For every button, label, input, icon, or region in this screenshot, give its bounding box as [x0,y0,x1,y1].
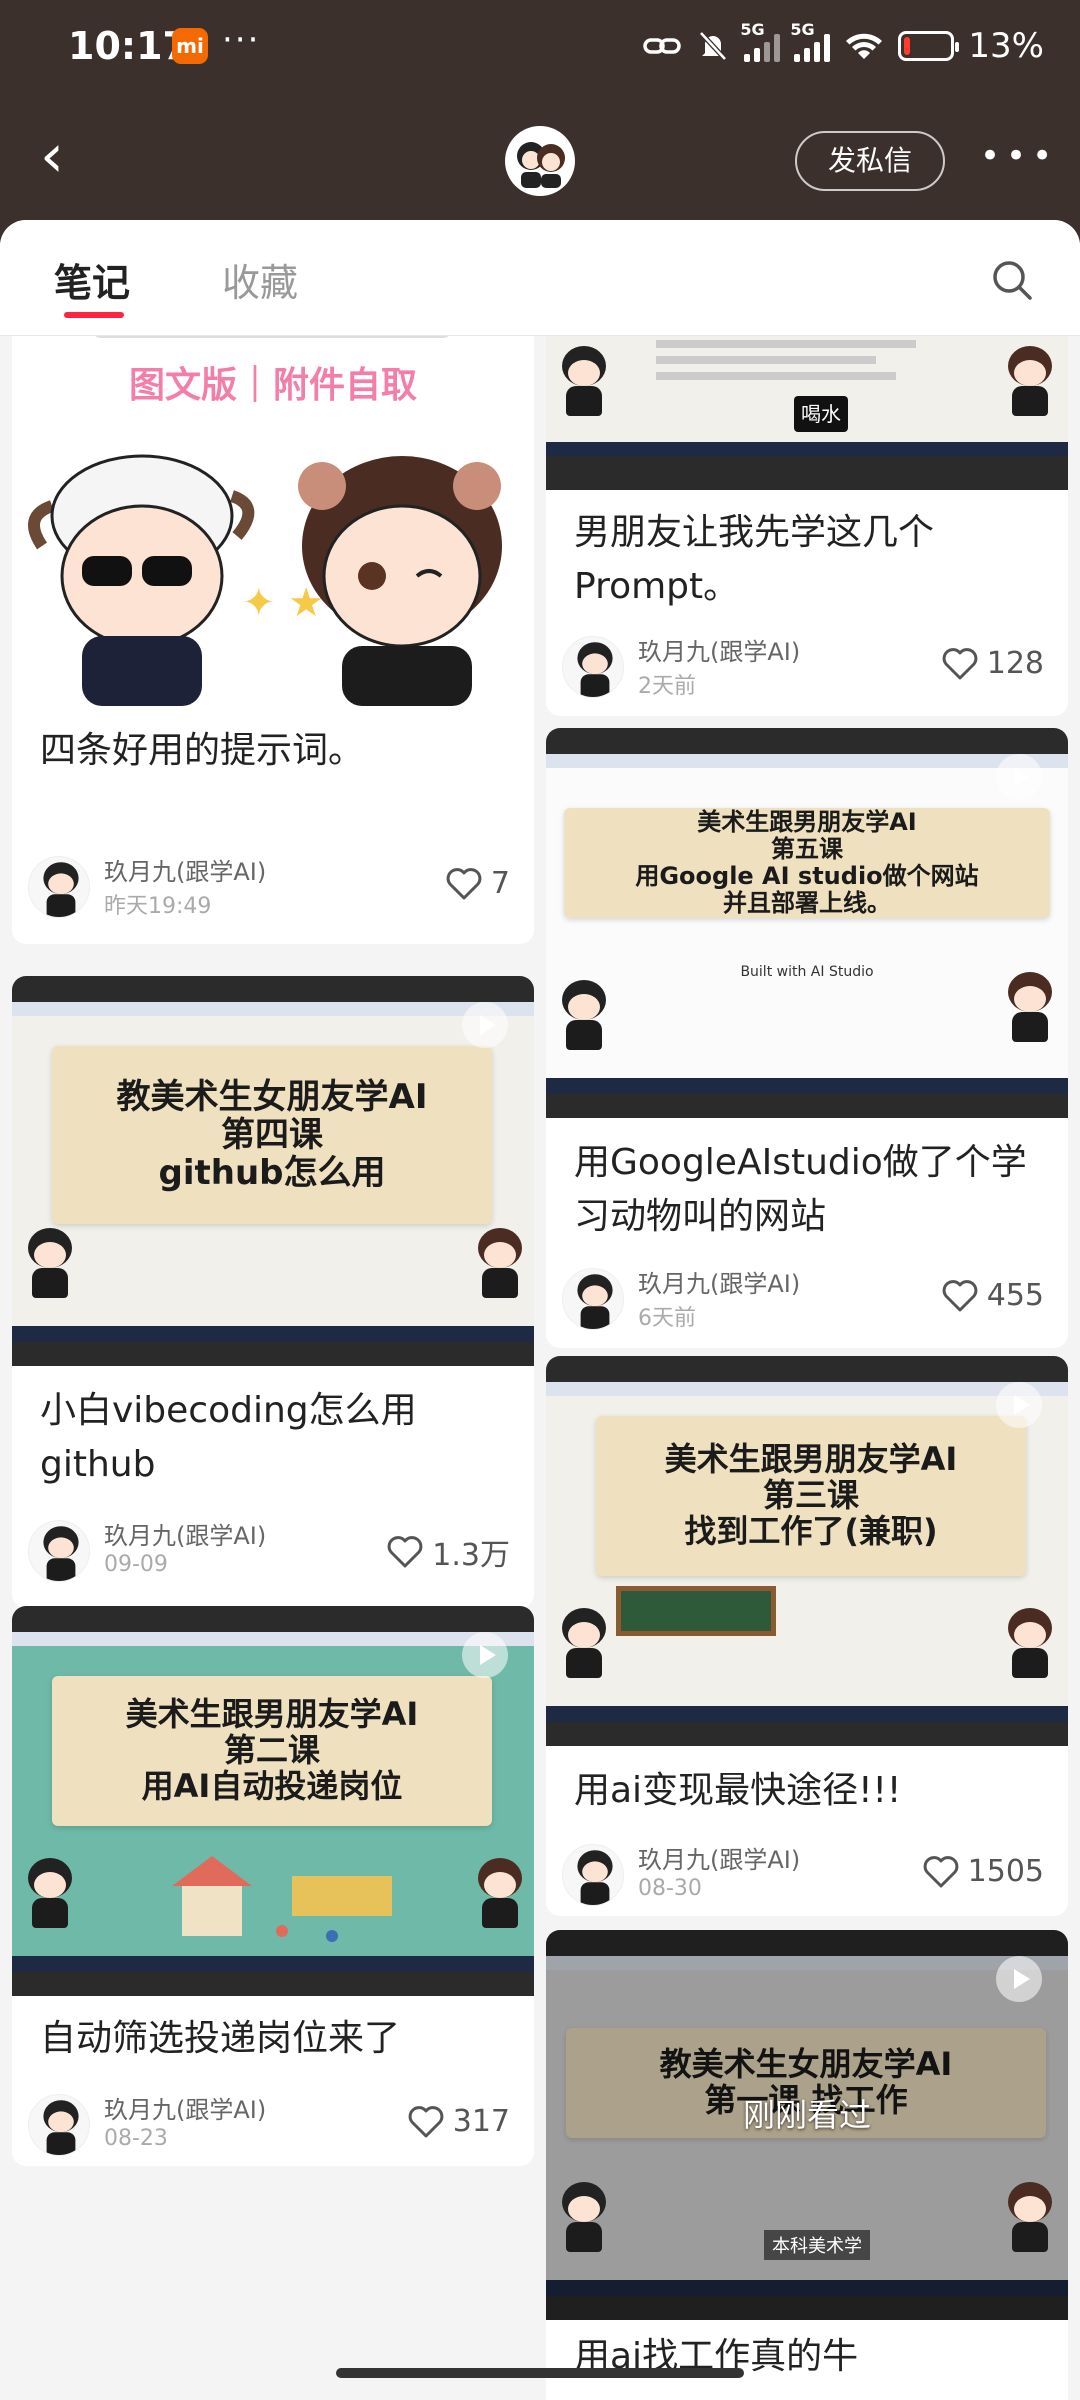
heart-icon [408,2105,444,2137]
notes-feed: 图文版｜附件自取 ✦ ★ 四条好用的提示词。 玖月九(跟学AI) 昨天19:49… [0,336,1080,2400]
note-card[interactable]: 美术生跟男朋友学AI 第三课 找到工作了(兼职) 用ai变现最快途径!!! 玖月… [546,1356,1068,1916]
like-button[interactable]: 1505 [922,1854,1044,1889]
like-count: 128 [986,646,1044,681]
send-message-button[interactable]: 发私信 [795,131,945,191]
active-tab-indicator [64,312,124,318]
heart-icon [942,647,978,679]
note-title: 用GoogleAIstudio做了个学习动物叫的网站 [574,1142,1027,1237]
author-name: 玖月九(跟学AI) [104,1522,267,1550]
note-date: 昨天19:49 [104,894,212,919]
video-play-icon [462,1002,508,1048]
video-play-icon [996,1382,1042,1428]
video-play-icon [996,754,1042,800]
mi-app-icon: mi [172,28,208,64]
signal-2-icon: 5G [790,20,831,62]
note-card[interactable]: 美术生跟男朋友学AI 第二课 用AI自动投递岗位 自动筛选投递岗位来了 玖月九(… [12,1606,534,2166]
like-button[interactable]: 128 [941,646,1044,681]
author-avatar [562,1844,624,1906]
note-meta: 玖月九(跟学AI) 09-09 1.3万 [28,1516,518,1586]
battery-percent: 13% [968,26,1044,66]
status-bar: 10:17 mi ··· 5G 5G 13% [0,0,1080,96]
note-cover: 美术生跟男朋友学AI 第二课 用AI自动投递岗位 [12,1606,534,1996]
more-options-button[interactable]: ••• [980,136,1058,176]
author-name: 玖月九(跟学AI) [104,2096,267,2124]
cover-subtitle: Built with AI Studio [740,964,874,980]
heart-icon [942,1279,978,1311]
notification-dots: ··· [222,20,261,60]
note-date: 6天前 [638,1306,696,1331]
profile-header: ‹ 发私信 ••• [0,96,1080,220]
author-name: 玖月九(跟学AI) [638,638,801,666]
note-card[interactable]: 教美术生女朋友学AI 第一课 找工作 刚刚看过 本科美术学 用ai找工作真的牛 [546,1930,1068,2400]
cover-banner: 图文版｜附件自取 [128,365,417,406]
bell-muted-icon [699,31,728,61]
note-date: 09-09 [104,1552,168,1577]
note-title: 四条好用的提示词。 [40,730,365,771]
video-play-icon [462,1632,508,1678]
back-button[interactable]: ‹ [40,126,80,186]
video-play-icon [996,1956,1042,2002]
search-icon[interactable] [988,256,1036,304]
author-name: 玖月九(跟学AI) [104,858,267,886]
note-cover: 图文版｜附件自取 ✦ ★ [12,336,534,706]
like-count: 1505 [967,1854,1044,1889]
like-button[interactable]: 7 [445,866,510,901]
note-title: 小白vibecoding怎么用github [40,1390,417,1485]
note-date: 2天前 [638,674,696,699]
note-card[interactable]: 喝水 男朋友让我先学这几个Prompt。 玖月九(跟学AI) 2天前 128 [546,336,1068,716]
heart-icon [923,1855,958,1887]
note-cover: 美术生跟男朋友学AI 第五课 用Google AI studio做个网站 并且部… [546,728,1068,1118]
tab-favorites[interactable]: 收藏 [222,252,298,307]
note-title: 用ai变现最快途径!!! [574,1770,902,1811]
note-meta: 玖月九(跟学AI) 6天前 455 [562,1264,1052,1334]
recently-viewed-label: 刚刚看过 [742,2096,871,2134]
author-avatar [28,856,90,918]
note-card[interactable]: 美术生跟男朋友学AI 第五课 用Google AI studio做个网站 并且部… [546,728,1068,1348]
author-avatar [562,1268,624,1330]
like-count: 1.3万 [432,1538,510,1573]
author-name: 玖月九(跟学AI) [638,1846,801,1874]
note-meta: 玖月九(跟学AI) 08-30 1505 [562,1840,1052,1910]
note-cover: 美术生跟男朋友学AI 第三课 找到工作了(兼职) [546,1356,1068,1746]
battery-icon [898,31,960,61]
note-meta: 玖月九(跟学AI) 2天前 128 [562,632,1052,702]
tab-notes[interactable]: 笔记 [54,252,130,307]
like-button[interactable]: 1.3万 [386,1530,510,1574]
status-time: 10:17 [68,24,189,68]
home-indicator[interactable] [336,2368,744,2378]
cover-chibi-illustration: ✦ ★ [28,454,502,706]
heart-icon [387,1536,423,1568]
note-date: 08-30 [638,1876,702,1901]
cover-badge: 喝水 [794,396,848,432]
like-count: 317 [452,2104,510,2139]
status-icons: 5G 5G 13% [642,20,1044,66]
profile-content-panel: 笔记 收藏 图文版｜附件自取 ✦ ★ 四条好用的提示词。 玖月九(跟学AI) 昨… [0,220,1080,2400]
like-count: 7 [490,866,510,901]
like-button[interactable]: 455 [941,1278,1044,1313]
note-card[interactable]: 图文版｜附件自取 ✦ ★ 四条好用的提示词。 玖月九(跟学AI) 昨天19:49… [12,336,534,944]
author-avatar [28,2094,90,2156]
author-avatar [28,1520,90,1582]
like-count: 455 [986,1278,1044,1313]
cover-caption: 本科美术学 [764,2230,870,2260]
svg-text:✦ ★: ✦ ★ [242,580,324,626]
note-meta: 玖月九(跟学AI) 昨天19:49 7 [28,852,518,922]
author-avatar [562,636,624,698]
tab-bar: 笔记 收藏 [0,220,1080,336]
signal-1-icon: 5G [740,20,781,62]
like-button[interactable]: 317 [407,2104,510,2139]
note-title: 自动筛选投递岗位来了 [40,2018,401,2059]
note-title: 男朋友让我先学这几个Prompt。 [574,512,935,607]
note-date: 08-23 [104,2126,168,2151]
note-card[interactable]: 教美术生女朋友学AI 第四课 github怎么用 小白vibecoding怎么用… [12,976,534,1608]
wifi-icon [846,33,883,59]
note-cover: 喝水 [546,336,1068,490]
note-cover: 教美术生女朋友学AI 第四课 github怎么用 [12,976,534,1366]
heart-icon [446,867,482,899]
author-name: 玖月九(跟学AI) [638,1270,801,1298]
profile-avatar[interactable] [505,126,575,196]
link-icon [643,38,682,54]
note-cover: 教美术生女朋友学AI 第一课 找工作 刚刚看过 本科美术学 [546,1930,1068,2320]
note-meta: 玖月九(跟学AI) 08-23 317 [28,2090,518,2160]
